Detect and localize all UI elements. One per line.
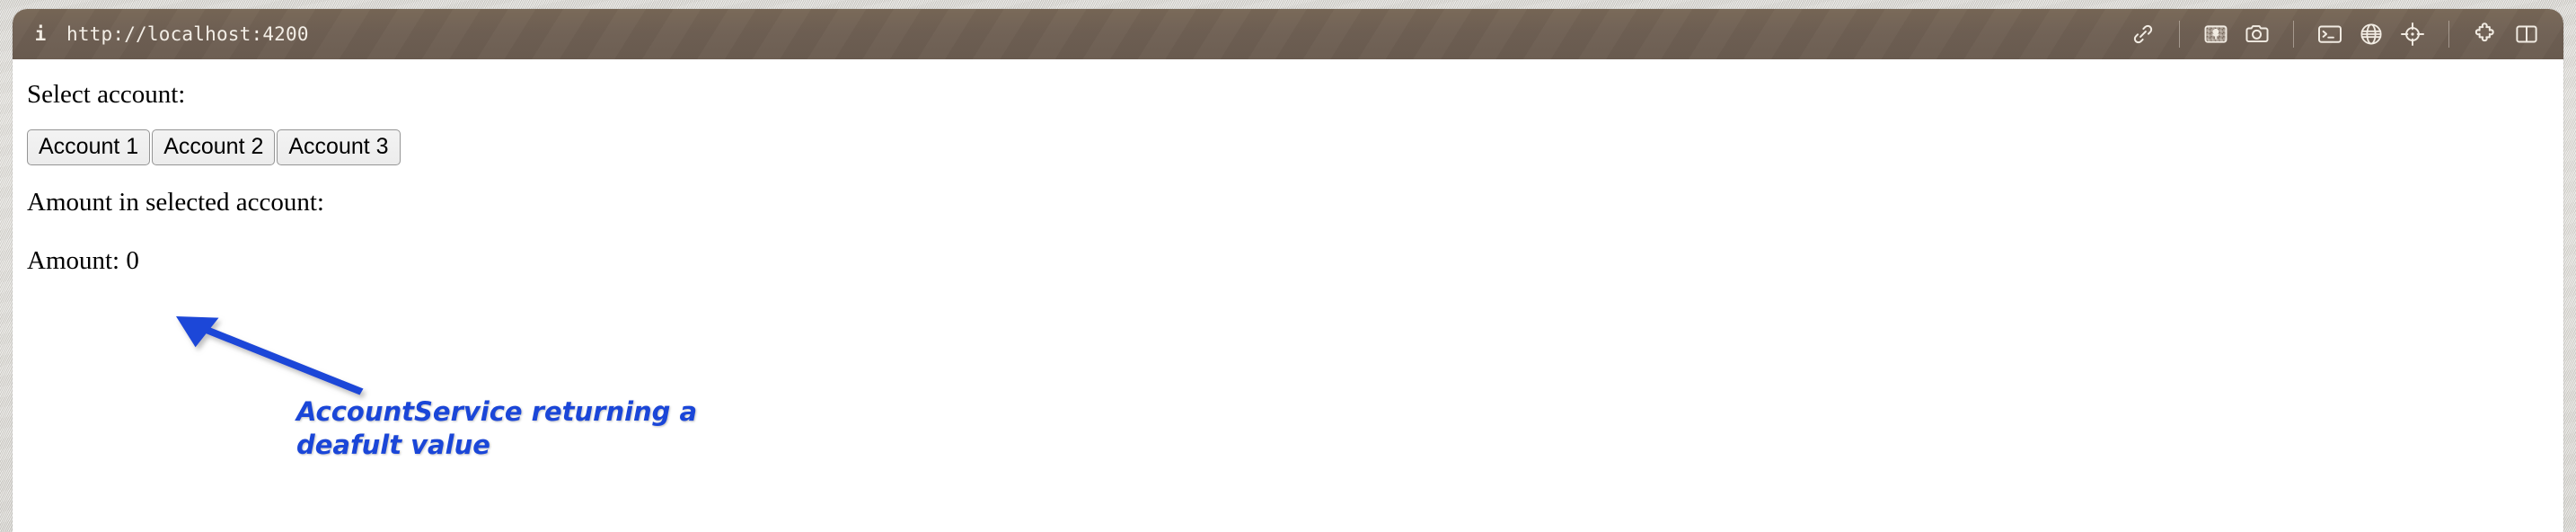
url-bar-left-group: i http://localhost:4200 — [34, 23, 309, 45]
terminal-icon[interactable] — [2309, 15, 2351, 53]
window-frame: i http://localhost:4200 Select account: … — [0, 0, 2576, 532]
puzzle-icon[interactable] — [2465, 15, 2506, 53]
url-text[interactable]: http://localhost:4200 — [66, 23, 309, 45]
image-icon[interactable] — [2195, 15, 2236, 53]
separator-1 — [2179, 21, 2180, 48]
amount-value: Amount: 0 — [27, 246, 139, 276]
account-2-button[interactable]: Account 2 — [152, 129, 276, 166]
link-icon[interactable] — [2122, 15, 2164, 53]
browser-window: i http://localhost:4200 Select account: … — [13, 9, 2563, 532]
separator-2 — [2293, 21, 2294, 48]
account-3-button[interactable]: Account 3 — [277, 129, 401, 166]
separator-3 — [2448, 21, 2449, 48]
camera-icon[interactable] — [2236, 15, 2278, 53]
account-button-row: Account 1 Account 2 Account 3 — [27, 129, 2563, 166]
toolbar-icon-group — [2122, 15, 2547, 53]
info-icon: i — [34, 22, 47, 45]
account-1-button[interactable]: Account 1 — [27, 129, 151, 166]
split-panel-icon[interactable] — [2506, 15, 2547, 53]
page-content: Select account: Account 1 Account 2 Acco… — [13, 59, 2563, 532]
select-account-label: Select account: — [27, 80, 186, 109]
crosshair-icon[interactable] — [2392, 15, 2433, 53]
amount-in-selected-account-label: Amount in selected account: — [27, 188, 324, 217]
globe-icon[interactable] — [2351, 15, 2392, 53]
url-bar: i http://localhost:4200 — [13, 9, 2563, 59]
